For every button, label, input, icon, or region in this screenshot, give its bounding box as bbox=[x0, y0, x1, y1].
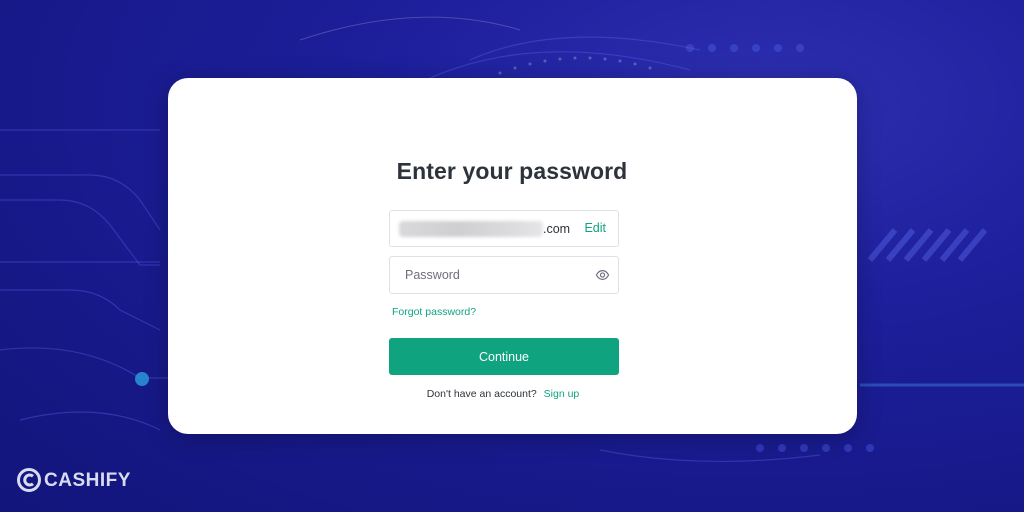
email-field: .com Edit bbox=[389, 210, 619, 247]
page-title: Enter your password bbox=[396, 158, 628, 184]
watermark-text: CASHIFY bbox=[44, 470, 131, 491]
password-input[interactable] bbox=[390, 257, 580, 293]
email-domain-suffix: .com bbox=[543, 222, 571, 236]
signup-row: Don't have an account? Sign up bbox=[0, 388, 1006, 400]
password-field bbox=[389, 256, 619, 294]
forgot-password-link[interactable]: Forgot password? bbox=[392, 306, 476, 318]
signup-prompt: Don't have an account? bbox=[426, 388, 537, 400]
redacted-email bbox=[399, 221, 543, 237]
signup-link[interactable]: Sign up bbox=[544, 388, 580, 400]
edit-email-link[interactable]: Edit bbox=[584, 221, 606, 235]
eye-icon[interactable] bbox=[595, 268, 610, 282]
cashify-logo-icon bbox=[17, 468, 41, 492]
continue-button[interactable]: Continue bbox=[389, 338, 619, 375]
